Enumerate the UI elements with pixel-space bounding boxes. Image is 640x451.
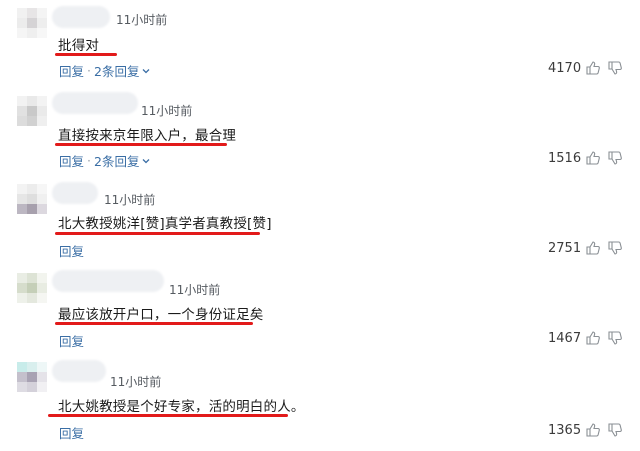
- thumb-down-icon[interactable]: [607, 330, 623, 346]
- username-blurred[interactable]: [52, 270, 164, 292]
- thumb-up-icon[interactable]: [585, 60, 601, 76]
- chevron-down-icon[interactable]: [142, 67, 150, 75]
- reply-button[interactable]: 回复: [59, 61, 84, 80]
- avatar[interactable]: [17, 184, 47, 214]
- comment-text: 最应该放开户口，一个身份证足矣: [58, 307, 264, 323]
- red-underline: [55, 53, 117, 56]
- comment-actions: 回复: [59, 331, 84, 350]
- thumb-up-icon[interactable]: [585, 150, 601, 166]
- thumb-down-icon[interactable]: [607, 422, 623, 438]
- like-controls: 4170: [548, 60, 623, 76]
- thumb-up-icon[interactable]: [585, 330, 601, 346]
- avatar[interactable]: [17, 8, 47, 38]
- like-controls: 1516: [548, 150, 623, 166]
- comment-actions: 回复: [59, 423, 84, 442]
- red-underline: [55, 143, 227, 146]
- thumb-down-icon[interactable]: [607, 60, 623, 76]
- username-blurred[interactable]: [52, 6, 110, 28]
- comment-item: 11小时前 北大教授姚洋[赞]真学者真教授[赞] 回复 2751: [0, 182, 640, 274]
- like-count: 2751: [548, 240, 582, 256]
- comment-item: 11小时前 最应该放开户口，一个身份证足矣 回复 1467: [0, 270, 640, 363]
- comment-item: 11小时前 直接按来京年限入户，最合理 回复 · 2条回复 1516: [0, 92, 640, 186]
- like-controls: 1467: [548, 330, 623, 346]
- thumb-down-icon[interactable]: [607, 150, 623, 166]
- thumb-up-icon[interactable]: [585, 422, 601, 438]
- like-count: 1467: [548, 330, 582, 346]
- separator-dot: ·: [87, 153, 91, 168]
- username-blurred[interactable]: [52, 92, 138, 114]
- red-underline: [55, 232, 260, 235]
- comment-feed: 11小时前 批得对 回复 · 2条回复 4170 11小时前 直接按来京年限入户…: [0, 0, 640, 451]
- comment-text: 批得对: [58, 38, 100, 54]
- comment-text: 北大姚教授是个好专家，活的明白的人。: [58, 399, 305, 415]
- comment-item: 11小时前 批得对 回复 · 2条回复 4170: [0, 6, 640, 98]
- view-replies-button[interactable]: 2条回复: [94, 61, 139, 80]
- comment-item: 11小时前 北大姚教授是个好专家，活的明白的人。 回复 1365: [0, 360, 640, 451]
- like-count: 1516: [548, 150, 582, 166]
- like-controls: 2751: [548, 240, 623, 256]
- like-count: 1365: [548, 422, 582, 438]
- timestamp: 11小时前: [169, 283, 221, 297]
- like-count: 4170: [548, 60, 582, 76]
- thumb-down-icon[interactable]: [607, 240, 623, 256]
- thumb-up-icon[interactable]: [585, 240, 601, 256]
- timestamp: 11小时前: [104, 193, 156, 207]
- timestamp: 11小时前: [116, 13, 168, 27]
- red-underline: [48, 414, 288, 417]
- like-controls: 1365: [548, 422, 623, 438]
- reply-button[interactable]: 回复: [59, 423, 84, 442]
- timestamp: 11小时前: [110, 375, 162, 389]
- reply-button[interactable]: 回复: [59, 331, 84, 350]
- username-blurred[interactable]: [52, 360, 106, 382]
- comment-actions: 回复 · 2条回复: [59, 151, 150, 170]
- avatar[interactable]: [17, 362, 47, 392]
- comment-text: 北大教授姚洋[赞]真学者真教授[赞]: [58, 216, 272, 232]
- avatar[interactable]: [17, 96, 47, 126]
- separator-dot: ·: [87, 63, 91, 78]
- comment-text: 直接按来京年限入户，最合理: [58, 128, 237, 144]
- view-replies-button[interactable]: 2条回复: [94, 151, 139, 170]
- reply-button[interactable]: 回复: [59, 241, 84, 260]
- avatar[interactable]: [17, 273, 47, 303]
- comment-actions: 回复: [59, 241, 84, 260]
- timestamp: 11小时前: [141, 104, 193, 118]
- reply-button[interactable]: 回复: [59, 151, 84, 170]
- red-underline: [55, 322, 253, 325]
- comment-actions: 回复 · 2条回复: [59, 61, 150, 80]
- username-blurred[interactable]: [52, 182, 98, 204]
- chevron-down-icon[interactable]: [142, 157, 150, 165]
